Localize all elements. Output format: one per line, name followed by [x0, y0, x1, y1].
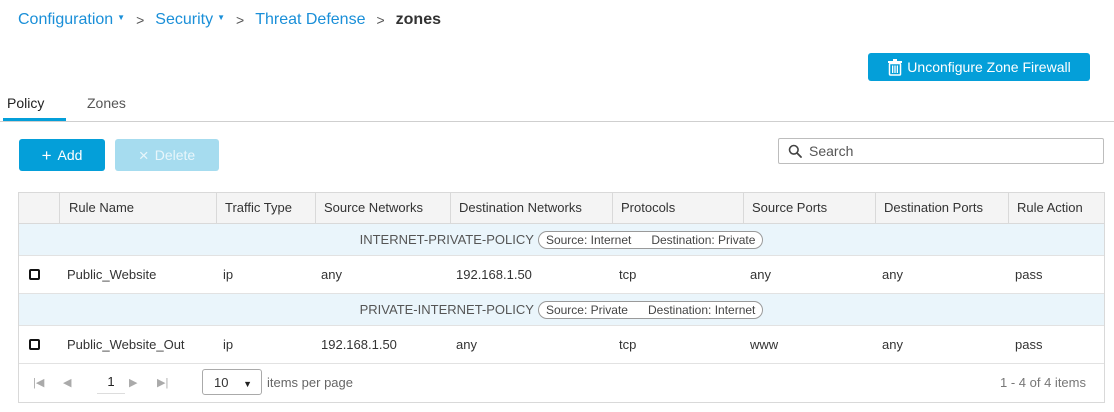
- page-size-label: items per page: [267, 375, 353, 390]
- current-page-input[interactable]: 1: [97, 370, 125, 394]
- tab-bar: Policy Zones: [0, 92, 1114, 122]
- delete-label: Delete: [154, 147, 196, 163]
- chevron-right-icon: >: [376, 12, 385, 28]
- group-source-zone: Source: Private: [545, 302, 628, 317]
- group-destination-zone: Destination: Internet: [647, 302, 756, 317]
- cell-protocols: tcp: [619, 337, 637, 352]
- tab-policy[interactable]: Policy: [7, 95, 44, 111]
- group-zone-badge: Source: Internet Destination: Private: [537, 230, 764, 249]
- header-destination-networks[interactable]: Destination Networks: [450, 193, 612, 223]
- breadcrumb: Configuration ▼ > Security ▼ > Threat De…: [18, 11, 441, 29]
- chevron-right-icon: >: [236, 12, 245, 28]
- breadcrumb-configuration-label: Configuration: [18, 11, 114, 28]
- add-label: Add: [57, 147, 83, 163]
- cell-protocols: tcp: [619, 267, 637, 282]
- cell-rule-name: Public_Website_Out: [67, 337, 185, 352]
- grid-header: Rule Name Traffic Type Source Networks D…: [19, 193, 1104, 224]
- close-icon: ×: [138, 145, 149, 165]
- tab-zones[interactable]: Zones: [87, 95, 126, 111]
- cell-rule-action: pass: [1015, 267, 1043, 282]
- chevron-right-icon: >: [136, 12, 145, 28]
- first-page-icon[interactable]: |◀: [33, 376, 44, 389]
- last-page-icon[interactable]: ▶|: [157, 376, 168, 389]
- page-size-select[interactable]: 10 ▼: [202, 369, 262, 395]
- cell-traffic-type: ip: [223, 267, 234, 282]
- group-name: PRIVATE-INTERNET-POLICY: [359, 302, 534, 317]
- trash-icon: [888, 58, 903, 76]
- pager-info: 1 - 4 of 4 items: [1000, 375, 1086, 390]
- header-source-networks[interactable]: Source Networks: [315, 193, 450, 223]
- header-rule-action[interactable]: Rule Action: [1008, 193, 1104, 223]
- search-box: [778, 138, 1104, 164]
- header-rule-name[interactable]: Rule Name: [59, 193, 216, 223]
- previous-page-icon[interactable]: ◀: [63, 376, 71, 389]
- plus-icon: +: [41, 145, 52, 165]
- caret-down-icon: ▼: [217, 12, 225, 22]
- caret-down-icon: ▼: [117, 12, 126, 22]
- breadcrumb-threat-defense[interactable]: Threat Defense: [255, 11, 365, 29]
- search-input[interactable]: [809, 143, 1089, 159]
- next-page-icon[interactable]: ▶: [129, 376, 137, 389]
- cell-rule-name: Public_Website: [67, 267, 157, 282]
- cell-source-networks: 192.168.1.50: [321, 337, 397, 352]
- header-protocols[interactable]: Protocols: [612, 193, 743, 223]
- header-select-column: [19, 193, 59, 223]
- header-traffic-type[interactable]: Traffic Type: [216, 193, 315, 223]
- page-title: zones: [395, 11, 441, 28]
- cell-destination-networks: any: [456, 337, 477, 352]
- chevron-down-icon: ▼: [243, 379, 252, 389]
- table-row[interactable]: Public_Website_Out ip 192.168.1.50 any t…: [19, 326, 1104, 364]
- pager: |◀ ◀ 1 ▶ ▶| 10 ▼ items per page 1 - 4 of…: [19, 364, 1104, 402]
- policy-grid: Rule Name Traffic Type Source Networks D…: [18, 192, 1105, 403]
- cell-source-ports: any: [750, 267, 771, 282]
- group-source-zone: Source: Internet: [545, 232, 632, 247]
- cell-destination-ports: any: [882, 267, 903, 282]
- header-source-ports[interactable]: Source Ports: [743, 193, 875, 223]
- row-checkbox[interactable]: [29, 339, 40, 350]
- delete-button[interactable]: × Delete: [115, 139, 219, 171]
- breadcrumb-security[interactable]: Security ▼: [155, 11, 225, 29]
- row-checkbox[interactable]: [29, 269, 40, 280]
- unconfigure-zone-firewall-button[interactable]: Unconfigure Zone Firewall: [868, 53, 1090, 81]
- unconfigure-label: Unconfigure Zone Firewall: [907, 59, 1071, 75]
- page-size-value: 10: [214, 374, 229, 390]
- active-tab-indicator: [3, 118, 66, 121]
- search-icon: [788, 144, 802, 158]
- group-zone-badge: Source: Private Destination: Internet: [537, 300, 764, 319]
- cell-destination-ports: any: [882, 337, 903, 352]
- group-destination-zone: Destination: Private: [651, 232, 756, 247]
- header-destination-ports[interactable]: Destination Ports: [875, 193, 1008, 223]
- breadcrumb-configuration[interactable]: Configuration ▼: [18, 11, 125, 29]
- group-row[interactable]: INTERNET-PRIVATE-POLICY Source: Internet…: [19, 224, 1104, 256]
- cell-traffic-type: ip: [223, 337, 234, 352]
- cell-destination-networks: 192.168.1.50: [456, 267, 532, 282]
- cell-source-ports: www: [750, 337, 779, 352]
- table-row[interactable]: Public_Website ip any 192.168.1.50 tcp a…: [19, 256, 1104, 294]
- breadcrumb-security-label: Security: [155, 11, 214, 28]
- cell-rule-action: pass: [1015, 337, 1043, 352]
- group-row[interactable]: PRIVATE-INTERNET-POLICY Source: Private …: [19, 294, 1104, 326]
- cell-source-networks: any: [321, 267, 342, 282]
- add-button[interactable]: + Add: [19, 139, 105, 171]
- group-name: INTERNET-PRIVATE-POLICY: [359, 232, 534, 247]
